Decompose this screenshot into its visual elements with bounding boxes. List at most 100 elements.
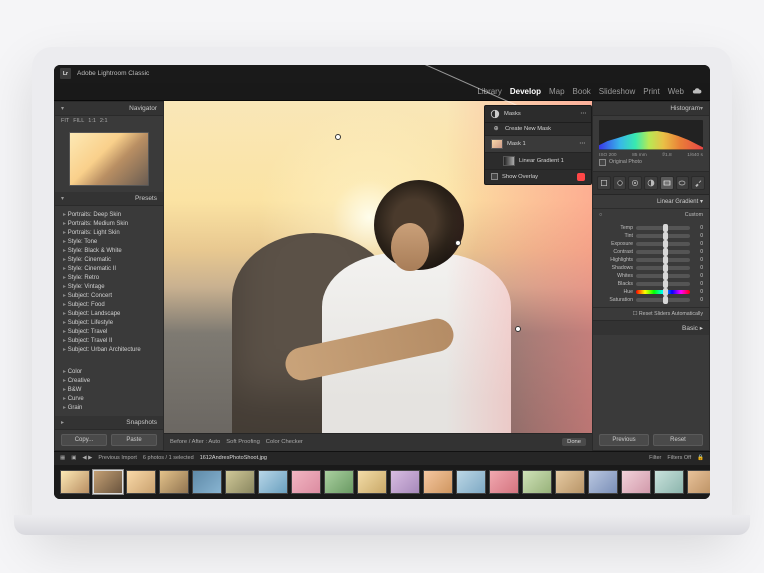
- filmstrip-thumb[interactable]: [192, 470, 222, 494]
- module-slideshow[interactable]: Slideshow: [599, 87, 635, 96]
- slider-thumb[interactable]: [663, 256, 668, 264]
- slider-thumb[interactable]: [663, 280, 668, 288]
- slider-thumb[interactable]: [663, 272, 668, 280]
- brush-tool-button[interactable]: [691, 176, 705, 190]
- filmstrip-thumb[interactable]: [357, 470, 387, 494]
- preset-group[interactable]: Color: [63, 367, 155, 376]
- module-develop[interactable]: Develop: [510, 87, 541, 96]
- linear-gradient-header[interactable]: Linear Gradient ▾: [593, 195, 709, 209]
- slider-thumb[interactable]: [663, 264, 668, 272]
- slider-track[interactable]: [636, 258, 690, 262]
- soft-proof-label[interactable]: Soft Proofing: [226, 439, 260, 445]
- filmstrip-thumb[interactable]: [489, 470, 519, 494]
- filmstrip-thumb[interactable]: [522, 470, 552, 494]
- filter-lock-icon[interactable]: 🔒: [697, 455, 704, 461]
- basic-panel-header[interactable]: Basic ▸: [593, 320, 709, 335]
- preset-item[interactable]: Style: Vintage: [63, 282, 155, 291]
- overlay-color-swatch[interactable]: [577, 173, 585, 181]
- filmstrip-thumb[interactable]: [456, 470, 486, 494]
- filmstrip-thumb[interactable]: [654, 470, 684, 494]
- filmstrip-thumb[interactable]: [423, 470, 453, 494]
- gradient-handle[interactable]: [515, 326, 521, 332]
- redeye-tool-button[interactable]: [628, 176, 642, 190]
- slider-thumb[interactable]: [663, 232, 668, 240]
- preset-item[interactable]: Subject: Lifestyle: [63, 318, 155, 327]
- done-button[interactable]: Done: [562, 438, 586, 446]
- filmstrip-thumb[interactable]: [390, 470, 420, 494]
- slider-track[interactable]: [636, 282, 690, 286]
- histogram-graph[interactable]: [599, 120, 703, 150]
- module-book[interactable]: Book: [573, 87, 591, 96]
- preset-item[interactable]: Portraits: Light Skin: [63, 228, 155, 237]
- navigator-header[interactable]: ▾Navigator: [55, 102, 163, 116]
- filmstrip-thumb[interactable]: [159, 470, 189, 494]
- heal-tool-button[interactable]: [613, 176, 627, 190]
- original-checkbox[interactable]: [599, 159, 606, 166]
- nav-mode-2-1[interactable]: 2:1: [100, 118, 108, 124]
- filters-off-label[interactable]: Filters Off: [667, 455, 691, 461]
- filmstrip-thumb[interactable]: [126, 470, 156, 494]
- preset-mode-row[interactable]: ○Custom: [593, 209, 709, 221]
- preset-item[interactable]: Style: Retro: [63, 273, 155, 282]
- create-mask-button[interactable]: ⊕ Create New Mask: [485, 123, 591, 136]
- preset-item[interactable]: Subject: Food: [63, 300, 155, 309]
- preset-item[interactable]: Portraits: Medium Skin: [63, 219, 155, 228]
- snapshots-header[interactable]: ▸Snapshots: [55, 416, 163, 430]
- paste-button[interactable]: Paste: [111, 434, 157, 446]
- nav-mode-fill[interactable]: FILL: [73, 118, 84, 124]
- cloud-icon[interactable]: [692, 86, 702, 96]
- preset-item[interactable]: Style: Cinematic: [63, 255, 155, 264]
- slider-thumb[interactable]: [663, 296, 668, 304]
- filmstrip-thumb[interactable]: [60, 470, 90, 494]
- show-overlay-row[interactable]: Show Overlay: [485, 170, 591, 184]
- module-map[interactable]: Map: [549, 87, 565, 96]
- masks-header[interactable]: Masks ⋯: [485, 106, 591, 123]
- preset-item[interactable]: Portraits: Deep Skin: [63, 210, 155, 219]
- preset-item[interactable]: Subject: Concert: [63, 291, 155, 300]
- preset-group[interactable]: Creative: [63, 376, 155, 385]
- filmstrip-thumb[interactable]: [621, 470, 651, 494]
- radial-tool-button[interactable]: [676, 176, 690, 190]
- filmstrip-thumb[interactable]: [225, 470, 255, 494]
- gradient-handle[interactable]: [335, 134, 341, 140]
- filmstrip-thumb[interactable]: [291, 470, 321, 494]
- slider-track[interactable]: [636, 290, 690, 294]
- show-overlay-checkbox[interactable]: [491, 173, 498, 180]
- reset-sliders-button[interactable]: ☐ Reset Sliders Automatically: [593, 307, 709, 320]
- preset-item[interactable]: Subject: Landscape: [63, 309, 155, 318]
- original-photo-row[interactable]: Original Photo: [599, 158, 703, 166]
- filmstrip-thumb[interactable]: [324, 470, 354, 494]
- color-checker-label[interactable]: Color Checker: [266, 439, 303, 445]
- slider-track[interactable]: [636, 226, 690, 230]
- preset-group[interactable]: Grain: [63, 403, 155, 412]
- before-after-label[interactable]: Before / After : Auto: [170, 439, 220, 445]
- filmstrip-thumb[interactable]: [687, 470, 710, 494]
- slider-track[interactable]: [636, 234, 690, 238]
- preset-item[interactable]: Style: Tone: [63, 237, 155, 246]
- copy-button[interactable]: Copy...: [61, 434, 107, 446]
- module-print[interactable]: Print: [643, 87, 659, 96]
- mask-item-1[interactable]: Mask 1 ⋯: [485, 136, 591, 153]
- slider-track[interactable]: [636, 266, 690, 270]
- nav-mode-fit[interactable]: FIT: [61, 118, 69, 124]
- mask-component-gradient[interactable]: Linear Gradient 1: [485, 153, 591, 170]
- slider-track[interactable]: [636, 242, 690, 246]
- preset-group[interactable]: B&W: [63, 385, 155, 394]
- mask-tool-button[interactable]: [644, 176, 658, 190]
- slider-track[interactable]: [636, 298, 690, 302]
- source-label[interactable]: Previous Import: [98, 455, 137, 461]
- nav-mode-1-1[interactable]: 1:1: [88, 118, 96, 124]
- preset-item[interactable]: Subject: Urban Architecture: [63, 345, 155, 354]
- histogram-header[interactable]: Histogram▾: [593, 102, 709, 116]
- preset-item[interactable]: Style: Cinematic II: [63, 264, 155, 273]
- preset-item[interactable]: Subject: Travel II: [63, 336, 155, 345]
- develop-photo[interactable]: Masks ⋯ ⊕ Create New Mask Mask 1 ⋯ L: [164, 101, 592, 433]
- module-web[interactable]: Web: [668, 87, 684, 96]
- filmstrip-thumb[interactable]: [588, 470, 618, 494]
- grad-tool-button[interactable]: [660, 176, 674, 190]
- slider-thumb[interactable]: [663, 224, 668, 232]
- slider-track[interactable]: [636, 250, 690, 254]
- slider-track[interactable]: [636, 274, 690, 278]
- slider-thumb[interactable]: [663, 288, 668, 296]
- filmstrip-thumb[interactable]: [93, 470, 123, 494]
